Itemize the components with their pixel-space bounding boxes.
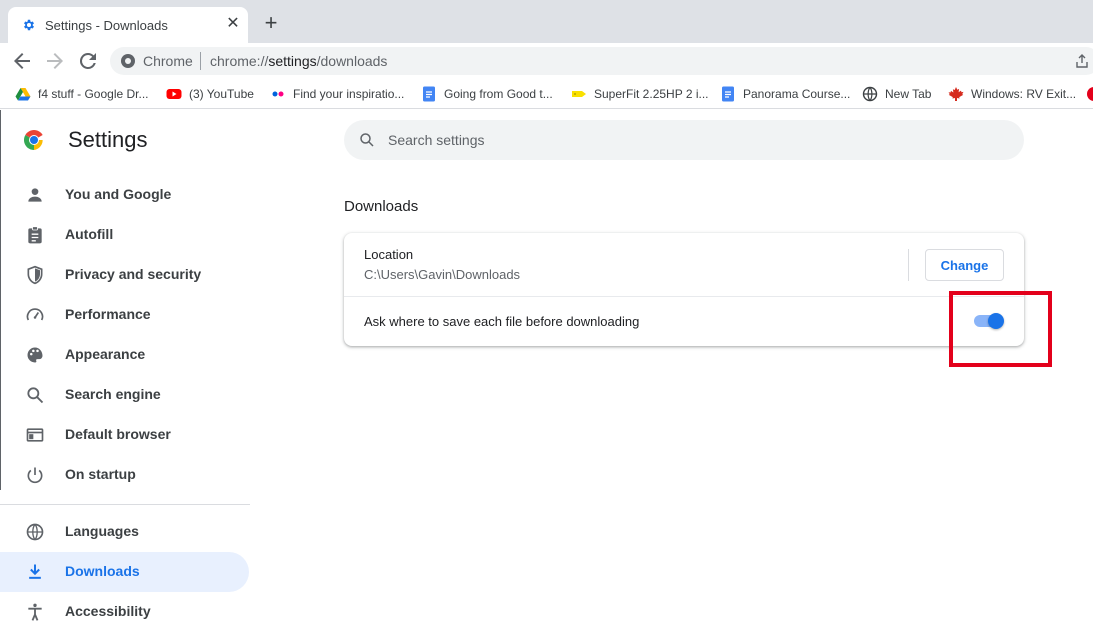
maple-leaf-icon [948,87,964,101]
chrome-site-icon [121,54,135,68]
sidebar-item-autofill[interactable]: Autofill [0,215,249,255]
palette-icon [27,347,43,363]
bookmark-item[interactable]: SuperFit 2.25HP 2 i... [571,85,709,103]
bookmark-item[interactable]: Going from Good t... [421,85,553,103]
bookmark-overflow-icon[interactable] [1086,86,1093,102]
search-icon [360,133,374,147]
chrome-logo-icon [24,130,43,150]
sidebar-item-appearance[interactable]: Appearance [0,335,249,375]
sidebar-item-downloads[interactable]: Downloads [0,552,249,592]
bookmark-item[interactable]: New Tab [862,85,931,103]
sidebar-item-on-startup[interactable]: On startup [0,455,249,495]
forward-arrow-icon[interactable] [43,49,67,73]
flickr-icon [272,91,284,97]
omnibox-separator [200,52,201,70]
sidebar-item-default-browser[interactable]: Default browser [0,415,249,455]
location-path: C:\Users\Gavin\Downloads [364,267,521,282]
bookmark-item[interactable]: (3) YouTube [166,85,254,103]
sidebar-item-performance[interactable]: Performance [0,295,249,335]
bookmark-item[interactable]: Windows: RV Exit... [948,85,1076,103]
speedometer-icon [26,308,44,321]
highlight-annotation-box [949,291,1052,367]
globe-icon [862,86,878,102]
shield-icon [27,265,43,285]
download-icon [29,564,41,579]
sidebar-item-search-engine[interactable]: Search engine [0,375,249,415]
google-drive-icon [15,88,31,101]
tag-icon [572,91,586,97]
bookmark-item[interactable]: Find your inspiratio... [270,85,404,103]
change-location-button[interactable]: Change [925,249,1004,281]
bookmark-item[interactable]: Panorama Course... [720,85,850,103]
accessibility-icon [28,603,42,621]
person-icon [28,188,42,202]
tab-title: Settings - Downloads [45,18,168,33]
location-row: Location C:\Users\Gavin\Downloads Change [344,233,1024,297]
sidebar-item-accessibility[interactable]: Accessibility [0,592,249,632]
bookmark-item[interactable]: f4 stuff - Google Dr... [15,85,149,103]
site-name: Chrome [143,53,193,69]
ask-where-to-save-label: Ask where to save each file before downl… [364,314,640,329]
section-title-downloads: Downloads [344,198,419,215]
youtube-icon [166,89,182,99]
tab-settings-downloads[interactable]: Settings - Downloads ✕ [8,7,248,43]
settings-title: Settings [68,127,148,152]
sidebar-item-languages[interactable]: Languages [0,512,249,552]
sidebar-divider [0,504,250,505]
clipboard-icon [28,226,42,244]
google-docs-icon [423,86,435,102]
downloads-card: Location C:\Users\Gavin\Downloads Change… [344,233,1024,346]
settings-search-bar [344,120,1024,160]
power-icon [27,467,43,484]
tab-strip: Settings - Downloads ✕ + [0,0,1093,43]
url-text: chrome://settings/downloads [210,53,388,69]
back-arrow-icon[interactable] [10,49,34,73]
gear-icon [24,19,34,31]
bookmarks-bar: f4 stuff - Google Dr... (3) YouTube Find… [0,79,1093,109]
search-icon [27,387,44,404]
close-tab-button[interactable]: ✕ [225,16,241,32]
globe-icon [26,523,44,541]
sidebar-item-you-and-google[interactable]: You and Google [0,175,249,215]
google-docs-icon [722,86,734,102]
location-label: Location [364,247,414,262]
new-tab-button[interactable]: + [260,12,282,35]
reload-icon[interactable] [76,49,100,73]
toolbar: Chrome chrome://settings/downloads [0,43,1093,79]
sidebar-item-privacy-and-security[interactable]: Privacy and security [0,255,249,295]
search-settings-input[interactable] [388,129,988,151]
settings-logo [22,128,46,152]
row-separator [908,249,909,281]
share-icon[interactable] [1074,53,1090,69]
settings-sidebar: Settings You and Google Autofill Privacy… [0,110,260,633]
address-bar[interactable]: Chrome chrome://settings/downloads [110,47,1093,75]
browser-window-icon [26,428,44,442]
